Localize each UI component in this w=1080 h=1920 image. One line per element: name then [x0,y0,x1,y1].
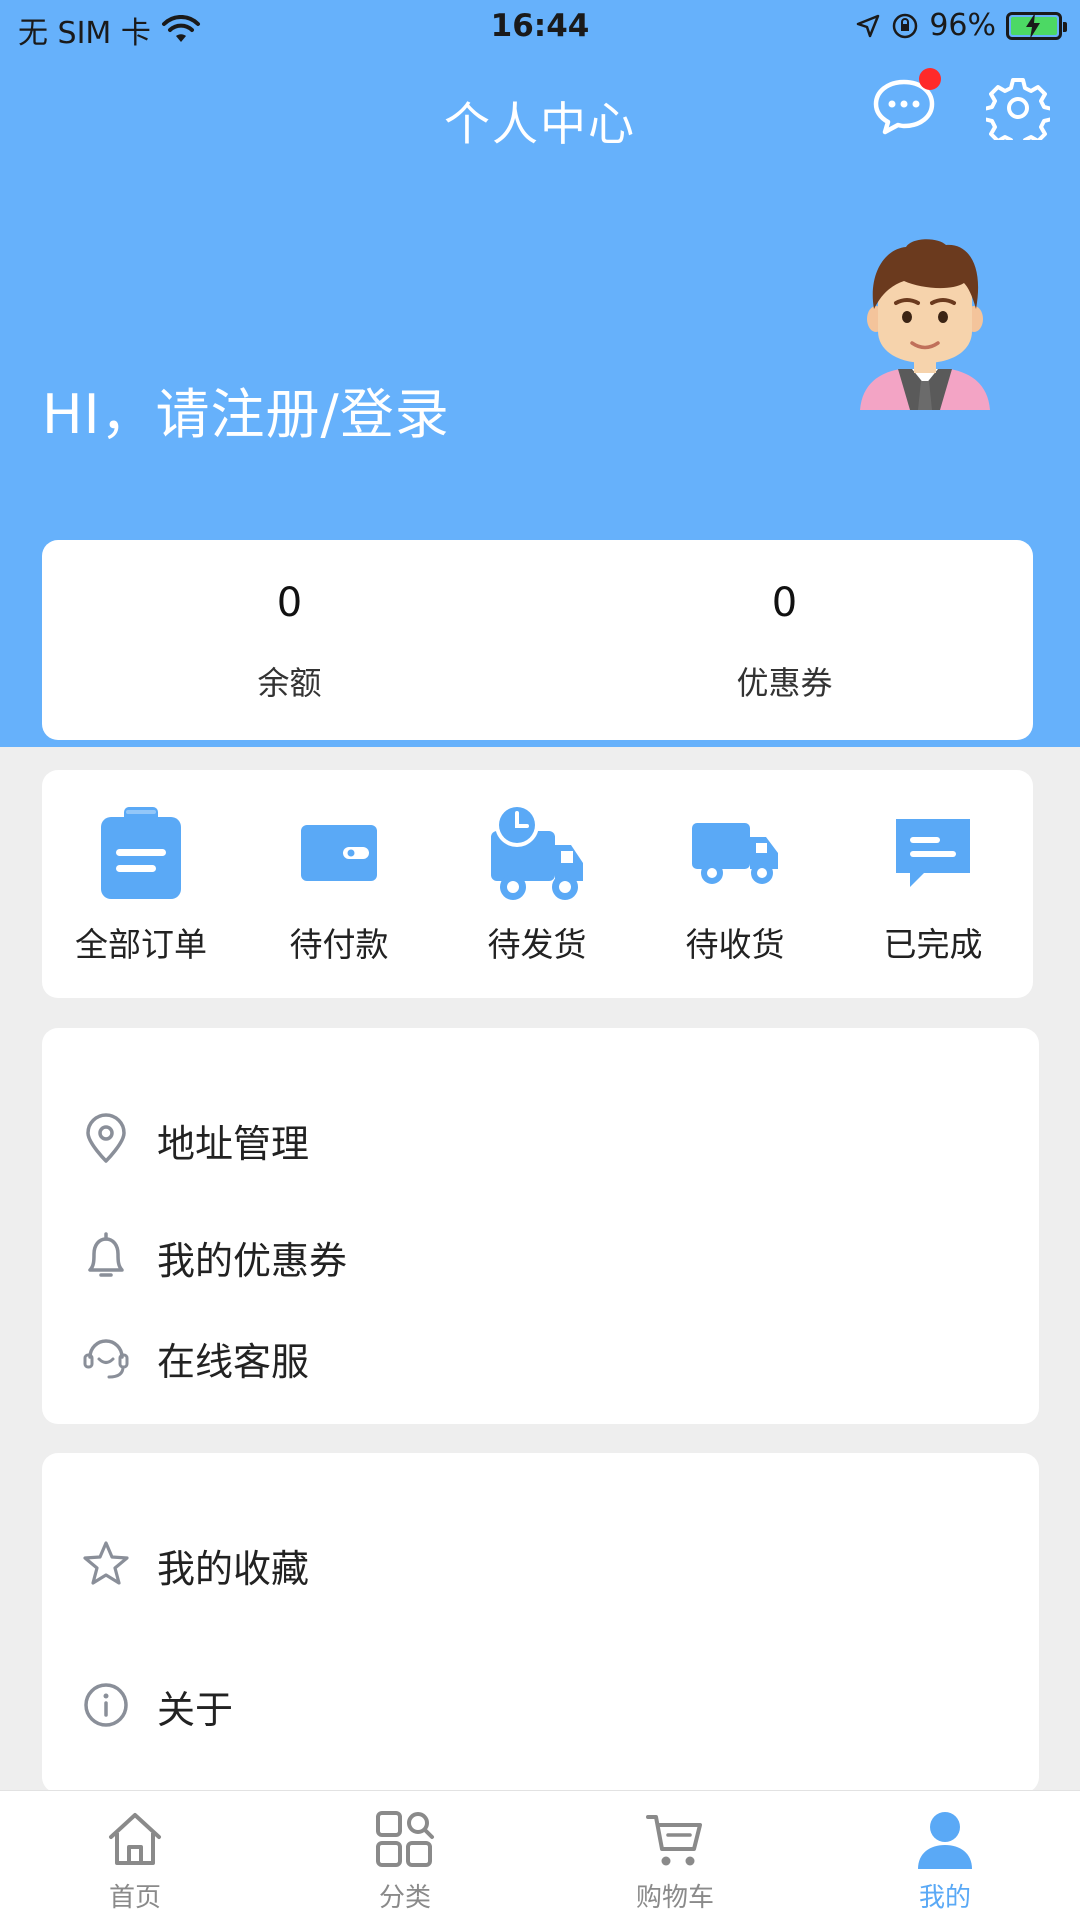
balance-value: 0 [276,580,303,626]
order-pending-payment-label: 待付款 [289,925,389,964]
message-icon [896,819,970,887]
menu-group-1: 地址管理 我的优惠券 在线客服 [42,1028,1039,1424]
balance-stat[interactable]: 0 余额 [42,540,537,740]
menu-item-address[interactable]: 地址管理 [42,1083,1039,1193]
menu-item-favorites[interactable]: 我的收藏 [42,1508,1039,1618]
menu-label-about: 关于 [157,1688,234,1732]
messages-button[interactable] [872,68,941,136]
user-icon [918,1812,972,1869]
cart-icon [646,1815,702,1866]
tab-category[interactable]: 分类 [270,1791,540,1920]
menu-item-about[interactable]: 关于 [42,1649,1039,1759]
order-all-label: 全部订单 [75,925,207,964]
cartoon-man-avatar [860,239,990,410]
order-pending-shipment-label: 待发货 [487,925,587,964]
battery-percent: 96% [929,8,996,43]
orders-card: 全部订单 待付款 待发货 待收货 已完成 [42,770,1033,998]
balance-stats-card: 0 余额 0 优惠券 [42,540,1033,740]
home-icon [109,1813,161,1865]
coupon-label: 优惠券 [736,664,833,702]
order-pending-shipment[interactable]: 待发货 [438,770,636,998]
star-icon [83,1541,129,1585]
tab-category-label: 分类 [378,1883,431,1913]
bell-icon [88,1232,124,1277]
coupon-value: 0 [771,580,798,626]
wallet-icon [301,825,377,881]
order-completed-label: 已完成 [883,925,983,964]
tab-mine-label: 我的 [918,1883,971,1913]
tab-home[interactable]: 首页 [0,1791,270,1920]
tab-home-label: 首页 [108,1883,161,1913]
tab-cart[interactable]: 购物车 [540,1791,810,1920]
clipboard-icon [101,807,181,899]
status-bar: 无 SIM 卡 16:44 96% [0,0,1080,56]
status-bar-right: 96% [855,8,1067,43]
order-completed[interactable]: 已完成 [834,770,1032,998]
notification-badge [919,68,941,90]
menu-label-customer-service: 在线客服 [157,1340,310,1384]
bottom-tab-bar: 首页 分类 购物车 我的 [0,1790,1080,1920]
avatar[interactable] [860,235,990,410]
order-all[interactable]: 全部订单 [42,770,240,998]
menu-label-favorites: 我的收藏 [157,1547,310,1591]
gear-icon [982,78,1054,150]
location-arrow-icon [857,14,880,37]
battery-icon [1006,11,1067,40]
order-pending-payment[interactable]: 待付款 [240,770,438,998]
menu-label-coupons: 我的优惠券 [157,1239,348,1283]
info-icon [84,1683,128,1727]
orientation-lock-icon [893,13,918,38]
location-pin-icon [86,1113,126,1163]
menu-item-coupons[interactable]: 我的优惠券 [42,1200,1039,1310]
truck-icon [692,823,778,884]
balance-label: 余额 [257,664,322,702]
settings-button[interactable] [982,76,1054,150]
tab-cart-label: 购物车 [635,1883,714,1913]
truck-clock-icon [491,803,583,900]
menu-item-customer-service[interactable]: 在线客服 [42,1301,1039,1411]
category-icon [376,1811,434,1867]
coupon-stat[interactable]: 0 优惠券 [537,540,1032,740]
tab-mine[interactable]: 我的 [810,1791,1080,1920]
menu-group-2: 我的收藏 关于 [42,1453,1039,1847]
order-pending-receipt-label: 待收货 [685,925,785,964]
order-pending-receipt[interactable]: 待收货 [636,770,834,998]
login-greeting[interactable]: HI，请注册/登录 [42,370,450,449]
menu-label-address: 地址管理 [157,1122,310,1166]
headset-icon [83,1339,129,1379]
